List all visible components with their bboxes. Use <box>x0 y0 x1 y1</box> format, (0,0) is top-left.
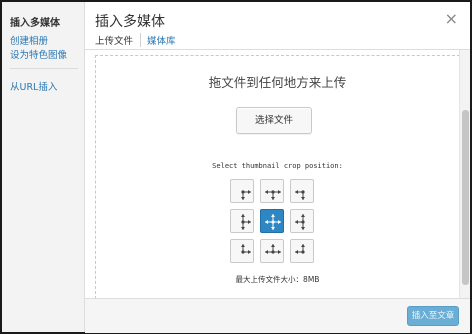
sidebar-title: 插入多媒体 <box>10 18 60 29</box>
close-icon[interactable]: × <box>445 9 458 28</box>
scrollbar-thumb[interactable] <box>462 110 469 285</box>
crop-position-grid <box>230 179 318 269</box>
crop-position-center-button[interactable] <box>260 209 284 233</box>
media-frame: 插入多媒体 × 上传文件 媒体库 拖文件到任何地方来上传 选择文件 Select… <box>85 2 470 332</box>
media-modal: 插入多媒体 创建相册 设为特色图像 从URL插入 插入多媒体 × 上传文件 媒体… <box>0 0 472 334</box>
sidebar-item-create-gallery[interactable]: 创建相册 <box>10 33 48 47</box>
drop-instructions: 拖文件到任何地方来上传 <box>208 75 347 90</box>
tab-media-library[interactable]: 媒体库 <box>140 33 180 47</box>
crop-position-bottom-right-button[interactable] <box>290 239 314 263</box>
crop-position-right-button[interactable] <box>290 209 314 233</box>
crop-position-label: Select thumbnail crop position: <box>212 162 343 170</box>
sidebar-item-insert-from-url[interactable]: 从URL插入 <box>10 79 57 93</box>
frame-title: 插入多媒体 <box>95 14 165 30</box>
router-tabs: 上传文件 媒体库 <box>95 33 180 47</box>
insert-into-post-button[interactable]: 插入至文章 <box>407 306 459 326</box>
modal-footer: 插入至文章 <box>85 298 470 333</box>
crop-position-bottom-left-button[interactable] <box>230 239 254 263</box>
crop-position-left-button[interactable] <box>230 209 254 233</box>
select-files-button[interactable]: 选择文件 <box>236 107 312 134</box>
crop-position-top-button[interactable] <box>260 179 284 203</box>
crop-position-top-left-button[interactable] <box>230 179 254 203</box>
media-sidebar: 插入多媒体 创建相册 设为特色图像 从URL插入 <box>2 2 85 332</box>
max-upload-size: 最大上传文件大小：8MB <box>235 275 320 284</box>
crop-position-bottom-button[interactable] <box>260 239 284 263</box>
sidebar-item-set-featured-image[interactable]: 设为特色图像 <box>10 47 67 61</box>
scrollbar-track[interactable] <box>459 50 470 298</box>
tab-upload-files[interactable]: 上传文件 <box>95 33 137 47</box>
header-divider <box>85 49 470 50</box>
upload-drop-zone[interactable]: 拖文件到任何地方来上传 选择文件 Select thumbnail crop p… <box>95 55 460 299</box>
crop-position-top-right-button[interactable] <box>290 179 314 203</box>
sidebar-divider <box>10 68 78 69</box>
